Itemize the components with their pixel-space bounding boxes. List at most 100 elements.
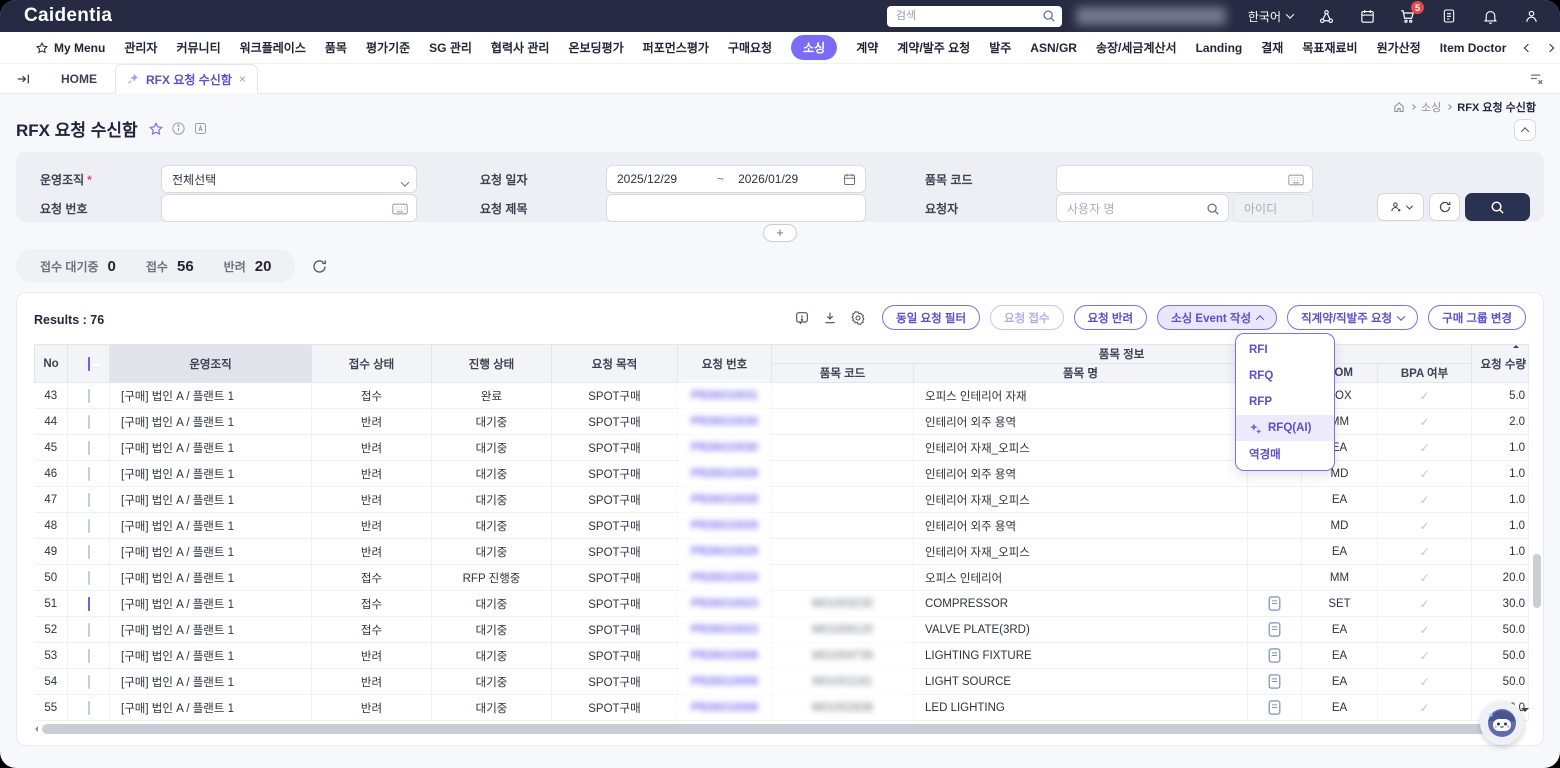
user-icon[interactable] [1522,7,1540,25]
menu-item-sg-관리[interactable]: SG 관리 [429,39,472,56]
row-checkbox[interactable] [88,597,90,611]
favorite-star-icon[interactable] [148,121,164,137]
cell-select[interactable] [68,513,110,539]
menu-item-계약[interactable]: 계약 [856,39,878,56]
cell-item-detail[interactable] [1248,617,1302,643]
cell-item-detail[interactable] [1248,565,1302,591]
row-checkbox[interactable] [88,519,90,533]
menu-item-품목[interactable]: 품목 [325,39,347,56]
search-button[interactable] [1465,193,1530,221]
cell-request-no-link[interactable]: PR26010024 [678,565,772,591]
create-sourcing-event-button[interactable]: 소싱 Event 작성 [1157,305,1277,330]
language-selector[interactable]: 한국어 [1248,8,1293,25]
row-checkbox[interactable] [88,389,90,403]
cell-request-no-link[interactable]: PR26010008 [678,643,772,669]
cell-select[interactable] [68,539,110,565]
collapse-filter-button[interactable] [1514,119,1536,141]
menu-item-계약-발주-요청[interactable]: 계약/발주 요청 [897,39,970,56]
grid-memo-icon[interactable] [794,310,810,326]
status-waiting[interactable]: 접수 대기중 0 [40,258,116,275]
request-title-input[interactable] [606,194,866,222]
col-header-item-name[interactable]: 품목 명 [914,364,1248,383]
direct-contract-order-button[interactable]: 직계약/직발주 요청 [1287,305,1418,330]
download-icon[interactable] [822,310,838,326]
keyboard-icon[interactable] [392,203,408,215]
search-icon[interactable] [1042,9,1056,23]
menu-item-my-menu[interactable]: My Menu [35,41,105,55]
bell-icon[interactable] [1481,7,1499,25]
table-row[interactable]: 51 [구매] 법인 A / 플랜트 1 접수 대기중 SPOT구매 PR260… [35,591,1529,617]
item-detail-doc-icon[interactable] [1268,700,1281,715]
tab-home[interactable]: HOME [53,72,105,86]
cell-item-detail[interactable] [1248,513,1302,539]
accept-request-button[interactable]: 요청 접수 [990,305,1064,330]
row-checkbox[interactable] [88,623,90,637]
home-icon[interactable] [1393,101,1405,113]
cell-request-no-link[interactable]: PR26010030 [678,435,772,461]
cell-request-no-link[interactable]: PR26010031 [678,383,772,409]
manual-icon[interactable] [193,121,208,136]
select-all-checkbox[interactable] [88,357,90,371]
menu-item-소싱-active[interactable]: 소싱 [791,35,837,60]
info-icon[interactable] [171,121,186,136]
col-header-org[interactable]: 운영조직 [110,345,312,383]
col-header-no[interactable]: No [35,345,68,383]
row-checkbox[interactable] [88,571,90,585]
cell-item-detail[interactable] [1248,643,1302,669]
cell-item-detail[interactable] [1248,669,1302,695]
row-checkbox[interactable] [88,649,90,663]
menu-item-워크플레이스[interactable]: 워크플레이스 [240,39,306,56]
row-checkbox[interactable] [88,493,90,507]
col-header-bpa[interactable]: BPA 여부 [1378,364,1472,383]
request-no-input[interactable] [161,194,417,222]
my-condition-button[interactable] [1377,193,1424,221]
org-select[interactable]: 전체선택 [161,165,417,193]
horizontal-scrollbar[interactable] [34,724,1528,734]
vertical-scrollbar[interactable] [1533,554,1541,608]
table-row[interactable]: 54 [구매] 법인 A / 플랜트 1 반려 대기중 SPOT구매 PR260… [35,669,1529,695]
table-row[interactable]: 47 [구매] 법인 A / 플랜트 1 반려 대기중 SPOT구매 PR260… [35,487,1529,513]
item-detail-doc-icon[interactable] [1268,674,1281,689]
global-search[interactable] [887,6,1062,27]
grid-settings-gear-icon[interactable] [850,310,866,326]
item-detail-doc-icon[interactable] [1268,596,1281,611]
cell-select[interactable] [68,383,110,409]
cell-request-no-link[interactable]: PR26010023 [678,617,772,643]
menu-item-송장-세금계산서[interactable]: 송장/세금계산서 [1096,39,1177,56]
change-purchase-group-button[interactable]: 구매 그룹 변경 [1428,305,1526,330]
menu-item-퍼포먼스평가[interactable]: 퍼포먼스평가 [643,39,709,56]
cell-item-detail[interactable] [1248,695,1302,721]
cell-select[interactable] [68,591,110,617]
item-code-input[interactable] [1056,165,1313,193]
reset-filters-button[interactable] [1429,193,1460,221]
date-to-value[interactable]: 2026/01/29 [738,172,798,186]
cart-icon[interactable]: 5 [1399,7,1417,25]
expand-filters-button[interactable]: + [763,224,797,242]
dropdown-item-reverse-auction[interactable]: 역경매 [1236,441,1334,467]
row-checkbox[interactable] [88,467,90,481]
menu-item-item-doctor[interactable]: Item Doctor [1440,41,1507,55]
status-rejected[interactable]: 반려 20 [224,258,272,275]
cell-request-no-link[interactable]: PR26010008 [678,669,772,695]
table-row[interactable]: 55 [구매] 법인 A / 플랜트 1 반려 대기중 SPOT구매 PR260… [35,695,1529,721]
calendar-icon[interactable] [842,172,857,187]
item-detail-doc-icon[interactable] [1268,648,1281,663]
col-header-request-purpose[interactable]: 요청 목적 [552,345,678,383]
menu-item-원가산정[interactable]: 원가산정 [1377,39,1421,56]
menu-item-발주[interactable]: 발주 [989,39,1011,56]
cell-request-no-link[interactable]: PR26010023 [678,591,772,617]
close-all-tabs-icon[interactable] [1528,71,1544,86]
cell-select[interactable] [68,643,110,669]
date-from-value[interactable]: 2025/12/29 [617,172,677,186]
global-search-input[interactable] [887,6,1062,27]
menu-item-landing[interactable]: Landing [1196,41,1243,55]
col-header-progress-status[interactable]: 진행 상태 [432,345,552,383]
col-header-receipt-status[interactable]: 접수 상태 [312,345,432,383]
col-header-request-qty[interactable]: 요청 수량 [1472,345,1529,383]
cell-request-no-link[interactable]: PR26010028 [678,461,772,487]
table-row[interactable]: 52 [구매] 법인 A / 플랜트 1 접수 대기중 SPOT구매 PR260… [35,617,1529,643]
dropdown-item-rfq[interactable]: RFQ [1236,363,1334,389]
status-received[interactable]: 접수 56 [146,258,194,275]
row-checkbox[interactable] [88,545,90,559]
cell-select[interactable] [68,565,110,591]
